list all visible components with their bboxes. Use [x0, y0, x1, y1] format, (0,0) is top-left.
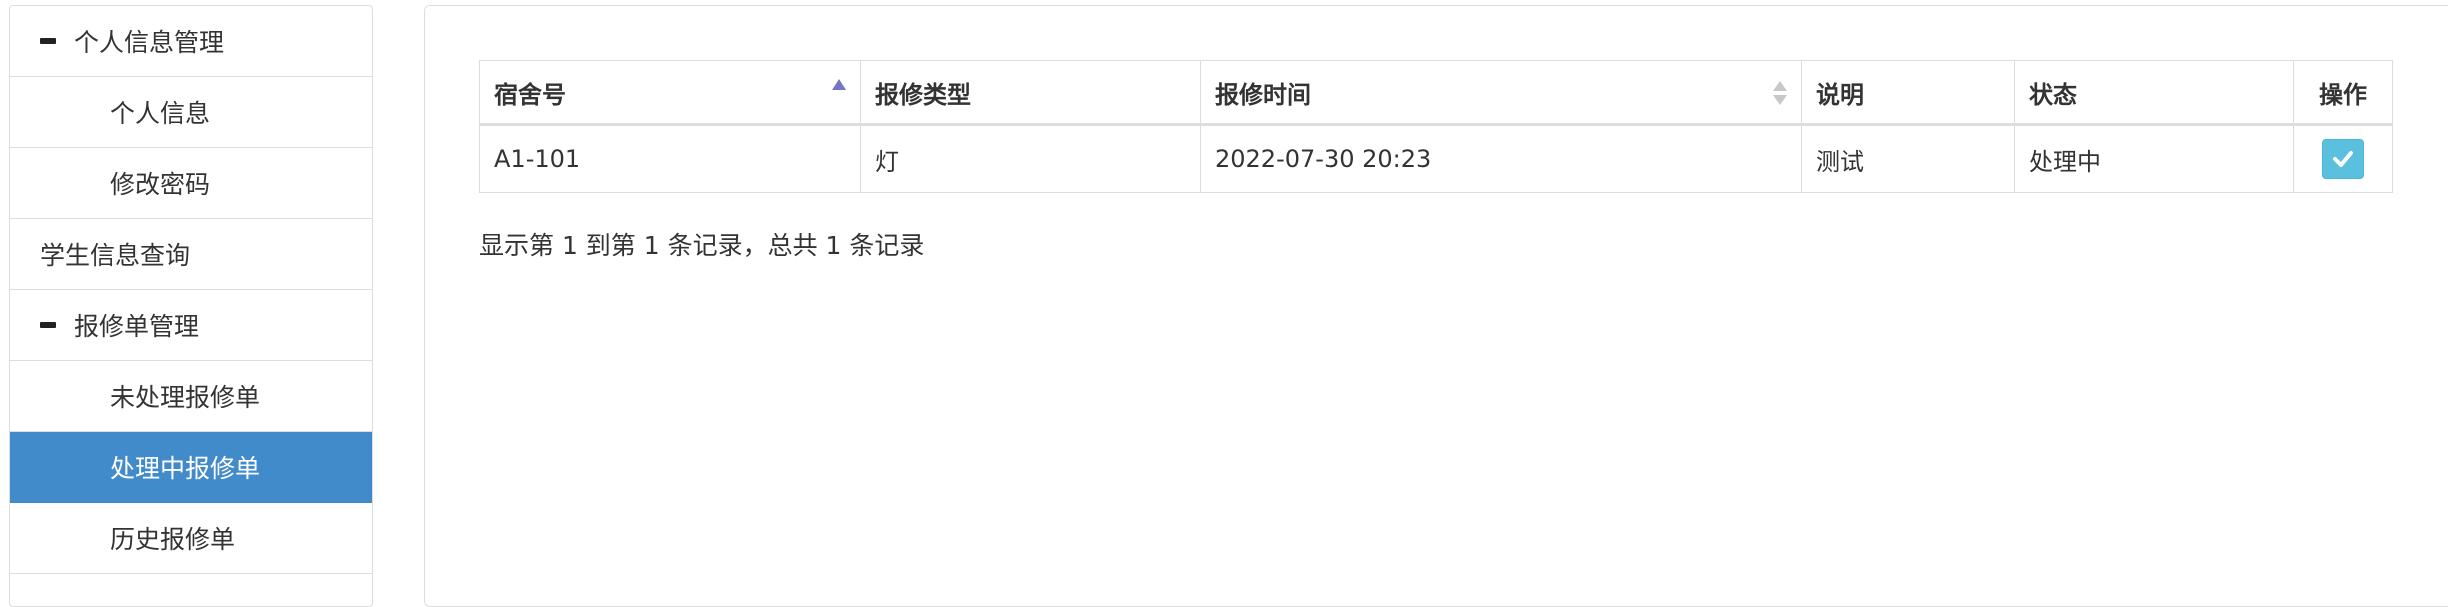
sidebar-item-label: 学生信息查询	[40, 241, 191, 270]
cell-status: 处理中	[2014, 124, 2294, 193]
sidebar-item-label: 处理中报修单	[110, 454, 261, 483]
column-header-note: 说明	[1801, 60, 2015, 126]
minus-icon	[40, 322, 56, 328]
sidebar-item-label: 报修单管理	[74, 312, 200, 341]
cell-note: 测试	[1801, 124, 2015, 193]
cell-type: 灯	[860, 124, 1201, 193]
column-header-dorm[interactable]: 宿舍号	[479, 60, 861, 126]
repair-table: 宿舍号 报修类型 报修时间 说明 状态 操作 A1-101 灯 2022-07-…	[479, 60, 2393, 193]
sort-ascending-icon	[832, 79, 846, 90]
confirm-button[interactable]	[2322, 139, 2364, 179]
column-header-label: 宿舍号	[494, 80, 566, 109]
sidebar-item-label: 历史报修单	[110, 525, 236, 554]
cell-action	[2293, 124, 2393, 193]
sort-both-icon	[1773, 81, 1787, 107]
column-header-label: 报修类型	[875, 80, 971, 109]
sidebar-item-label: 未处理报修单	[110, 383, 261, 412]
sidebar-item-label: 个人信息管理	[74, 28, 225, 57]
column-header-label: 状态	[2029, 80, 2077, 109]
column-header-label: 报修时间	[1215, 80, 1311, 109]
sidebar: 个人信息管理 个人信息 修改密码 学生信息查询 报修单管理 未处理报修单 处理中…	[9, 5, 373, 607]
table-header-row: 宿舍号 报修类型 报修时间 说明 状态 操作	[479, 60, 2393, 126]
sidebar-item-processing-repairs[interactable]: 处理中报修单	[10, 432, 372, 503]
column-header-label: 说明	[1816, 80, 1864, 109]
sidebar-item-history-repairs[interactable]: 历史报修单	[10, 503, 372, 574]
column-header-status: 状态	[2014, 60, 2294, 126]
table-row: A1-101 灯 2022-07-30 20:23 测试 处理中	[479, 124, 2393, 193]
column-header-time[interactable]: 报修时间	[1200, 60, 1802, 126]
minus-icon	[40, 38, 56, 44]
cell-dorm: A1-101	[479, 124, 861, 193]
sidebar-item-student-query[interactable]: 学生信息查询	[10, 219, 372, 290]
column-header-action: 操作	[2293, 60, 2393, 126]
column-header-type: 报修类型	[860, 60, 1201, 126]
sidebar-item-personal-info-management[interactable]: 个人信息管理	[10, 6, 372, 77]
check-icon	[2333, 151, 2353, 167]
sidebar-item-label: 修改密码	[110, 170, 211, 199]
cell-time: 2022-07-30 20:23	[1200, 124, 1802, 193]
pagination-info: 显示第 1 到第 1 条记录，总共 1 条记录	[479, 231, 925, 260]
column-header-label: 操作	[2319, 80, 2367, 109]
sidebar-item-personal-info[interactable]: 个人信息	[10, 77, 372, 148]
sidebar-item-label: 个人信息	[110, 99, 211, 128]
sidebar-item-change-password[interactable]: 修改密码	[10, 148, 372, 219]
sidebar-item-repair-management[interactable]: 报修单管理	[10, 290, 372, 361]
sidebar-item-unprocessed-repairs[interactable]: 未处理报修单	[10, 361, 372, 432]
